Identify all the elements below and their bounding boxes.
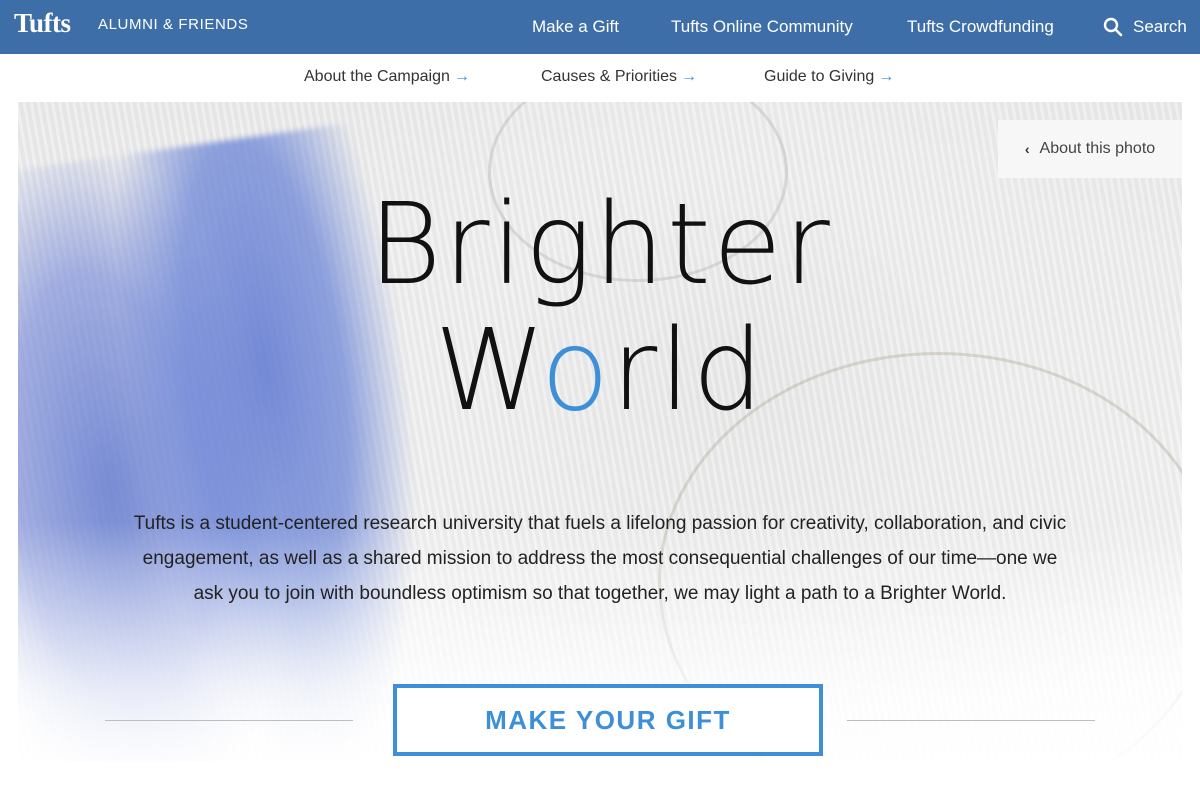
nav-tufts-crowdfunding[interactable]: Tufts Crowdfunding	[907, 17, 1054, 37]
divider	[847, 720, 1095, 721]
nav-tufts-online-community[interactable]: Tufts Online Community	[671, 17, 853, 37]
hero-title-line2: World	[18, 306, 1182, 436]
arrow-right-icon: →	[453, 68, 470, 85]
subnav-guide-to-giving[interactable]: Guide to Giving →	[764, 68, 894, 86]
title-text: W	[434, 306, 541, 436]
title-text: rld	[611, 306, 766, 436]
nav-make-a-gift[interactable]: Make a Gift	[532, 17, 619, 37]
subnav-label: About the Campaign	[304, 68, 450, 85]
search-icon	[1103, 17, 1123, 37]
chevron-left-icon: ‹	[1024, 141, 1030, 157]
arrow-right-icon: →	[878, 68, 895, 85]
subnav-about-the-campaign[interactable]: About the Campaign →	[304, 68, 470, 86]
title-accent-letter: o	[540, 306, 612, 436]
subnav-label: Guide to Giving	[764, 68, 875, 85]
divider	[105, 720, 353, 721]
make-your-gift-button[interactable]: MAKE YOUR GIFT	[393, 684, 823, 756]
alumni-friends-link[interactable]: ALUMNI & FRIENDS	[98, 16, 248, 33]
search-label: Search	[1133, 17, 1187, 36]
about-this-photo-label: About this photo	[1039, 140, 1156, 157]
search-button[interactable]: Search	[1103, 17, 1187, 37]
top-header: Tufts ALUMNI & FRIENDS Make a Gift Tufts…	[0, 0, 1200, 54]
hero-description: Tufts is a student-centered research uni…	[133, 513, 1067, 604]
about-this-photo-button[interactable]: ‹ About this photo	[998, 120, 1182, 178]
tufts-logo[interactable]: Tufts	[14, 8, 71, 39]
hero-title-line1: Brighter	[368, 180, 832, 310]
subnav-label: Causes & Priorities	[541, 68, 678, 85]
subnav-causes-priorities[interactable]: Causes & Priorities →	[541, 68, 697, 86]
hero-banner: ‹ About this photo Brighter World Tufts …	[18, 102, 1182, 762]
arrow-right-icon: →	[681, 68, 698, 85]
